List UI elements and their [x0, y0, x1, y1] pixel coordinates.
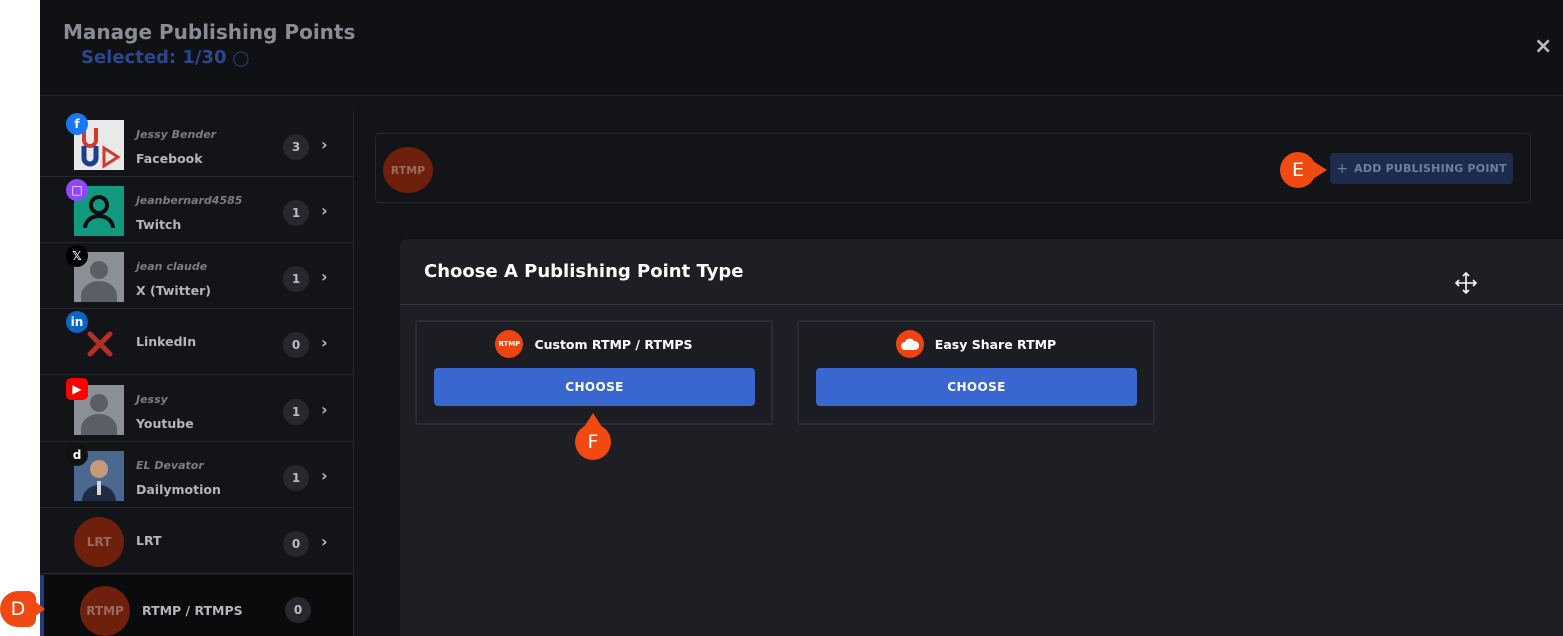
dailymotion-icon: d — [66, 444, 88, 466]
sidebar-item-user: Jessy Bender — [136, 128, 217, 141]
sidebar-item-label: Twitch — [136, 217, 182, 232]
sidebar-item-user: EL Devator — [136, 459, 204, 472]
count-badge: 0 — [283, 332, 309, 358]
choose-easy-share-button[interactable]: CHOOSE — [816, 368, 1137, 406]
count-badge: 1 — [283, 399, 309, 425]
card-head: RTMP Custom RTMP / RTMPS — [417, 330, 771, 358]
facebook-icon: f — [66, 113, 88, 135]
selected-count: Selected: 1/30 ◯ — [81, 47, 249, 68]
choose-custom-rtmp-button[interactable]: CHOOSE — [434, 368, 755, 406]
sidebar-item-label: Youtube — [136, 416, 194, 431]
add-publishing-point-button[interactable]: + ADD PUBLISHING POINT — [1330, 153, 1513, 184]
sidebar-item-label: RTMP / RTMPS — [142, 603, 243, 618]
twitch-icon: □ — [66, 179, 88, 201]
callout-e: E — [1280, 152, 1327, 188]
sidebar-item-twitch[interactable]: □ jeanbernard4585 Twitch 1 › — [40, 177, 353, 243]
lightbulb-icon[interactable]: ◯ — [233, 49, 250, 67]
rtmp-logo-icon: RTMP — [495, 330, 524, 358]
avatar: RTMP — [80, 586, 130, 636]
chevron-right-icon: › — [321, 466, 328, 485]
sidebar-item-user: Jessy — [136, 393, 168, 406]
chevron-right-icon: › — [321, 532, 328, 551]
linkedin-icon: in — [66, 311, 88, 333]
cloud-shape — [900, 338, 919, 350]
avatar: LRT — [74, 517, 124, 567]
sidebar-item-label: X (Twitter) — [136, 283, 211, 298]
sidebar-item-label: LRT — [136, 533, 162, 548]
sidebar-item-rtmp[interactable]: RTMP RTMP / RTMPS 0 — [40, 575, 353, 636]
rtmp-avatar: RTMP — [383, 147, 433, 193]
callout-f: F — [575, 413, 611, 460]
platform-sidebar: f Jessy Bender Facebook 3 › □ jeanbernar… — [40, 111, 354, 636]
sidebar-item-youtube[interactable]: ▶ Jessy Youtube 1 › — [40, 376, 353, 442]
plus-icon: + — [1336, 160, 1349, 177]
sidebar-item-dailymotion[interactable]: d EL Devator Dailymotion 1 › — [40, 442, 353, 508]
dialog-header[interactable]: Choose A Publishing Point Type — [400, 239, 1563, 305]
publishing-points-toolbar: RTMP + ADD PUBLISHING POINT — [375, 133, 1531, 203]
page: Manage Publishing Points Selected: 1/30 ◯… — [0, 0, 1563, 636]
selected-count-text: Selected: 1/30 — [81, 47, 227, 68]
count-badge: 3 — [283, 134, 309, 160]
count-badge: 0 — [283, 531, 309, 557]
count-badge: 1 — [283, 465, 309, 491]
chevron-right-icon: › — [321, 201, 328, 220]
chevron-right-icon: › — [321, 267, 328, 286]
count-badge: 1 — [283, 266, 309, 292]
dialog-title: Choose A Publishing Point Type — [424, 261, 744, 282]
youtube-icon: ▶ — [66, 378, 88, 400]
add-publishing-point-label: ADD PUBLISHING POINT — [1354, 162, 1507, 175]
close-button[interactable]: × — [1534, 34, 1552, 59]
modal-title: Manage Publishing Points — [63, 20, 356, 44]
sidebar-item-label: Dailymotion — [136, 482, 221, 497]
sidebar-item-label: LinkedIn — [136, 334, 197, 349]
type-card-custom-rtmp: RTMP Custom RTMP / RTMPS CHOOSE — [415, 320, 773, 425]
card-head: Easy Share RTMP — [799, 330, 1153, 358]
chevron-right-icon: › — [321, 400, 328, 419]
cloud-icon — [895, 330, 924, 358]
card-label: Custom RTMP / RTMPS — [534, 336, 693, 352]
manage-publishing-points-modal: Manage Publishing Points Selected: 1/30 ◯… — [40, 0, 1563, 636]
chevron-right-icon: › — [321, 333, 328, 352]
chevron-right-icon: › — [321, 135, 328, 154]
count-badge: 0 — [285, 597, 311, 623]
sidebar-item-facebook[interactable]: f Jessy Bender Facebook 3 › — [40, 111, 353, 177]
sidebar-item-label: Facebook — [136, 151, 203, 166]
x-icon: 𝕏 — [66, 245, 88, 267]
card-label: Easy Share RTMP — [934, 336, 1057, 352]
move-icon[interactable] — [1455, 272, 1477, 294]
count-badge: 1 — [283, 200, 309, 226]
sidebar-item-x-twitter[interactable]: 𝕏 jean claude X (Twitter) 1 › — [40, 243, 353, 309]
sidebar-item-lrt[interactable]: LRT LRT 0 › — [40, 508, 353, 574]
sidebar-item-linkedin[interactable]: in LinkedIn 0 › — [40, 309, 353, 375]
sidebar-item-user: jeanbernard4585 — [136, 194, 243, 207]
callout-d: D — [0, 591, 45, 627]
modal-header: Manage Publishing Points Selected: 1/30 ◯… — [40, 0, 1563, 96]
type-card-easy-share: Easy Share RTMP CHOOSE — [797, 320, 1155, 425]
sidebar-item-user: jean claude — [136, 260, 208, 273]
